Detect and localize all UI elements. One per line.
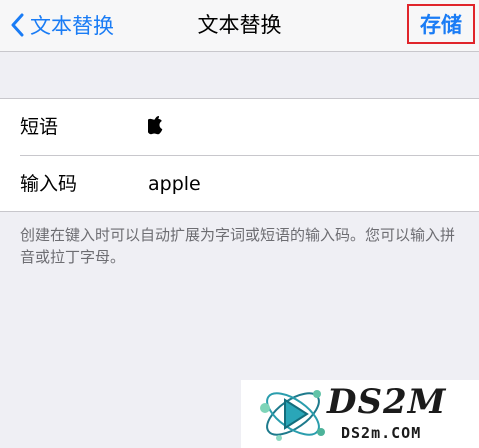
ds2m-logo-icon [260,390,325,441]
phrase-label: 短语 [20,116,59,138]
apple-logo-icon [145,115,163,135]
watermark-logo: DS2M DS2m.COM [241,380,479,448]
shortcut-row[interactable]: 输入码 apple [0,156,479,212]
save-button[interactable]: 存储 [407,4,475,44]
replacement-form: 短语 输入码 apple [0,98,479,212]
shortcut-label: 输入码 [20,173,78,195]
watermark-brand: DS2M [327,382,447,422]
navigation-bar: 文本替换 文本替换 存储 [0,0,479,52]
shortcut-field[interactable]: apple [148,156,201,212]
footnote-text: 创建在键入时可以自动扩展为字词或短语的输入码。您可以输入拼音或拉丁字母。 [20,226,456,266]
phrase-field[interactable] [145,115,164,140]
phrase-row[interactable]: 短语 [0,99,479,156]
watermark-domain: DS2m.COM [341,424,422,442]
